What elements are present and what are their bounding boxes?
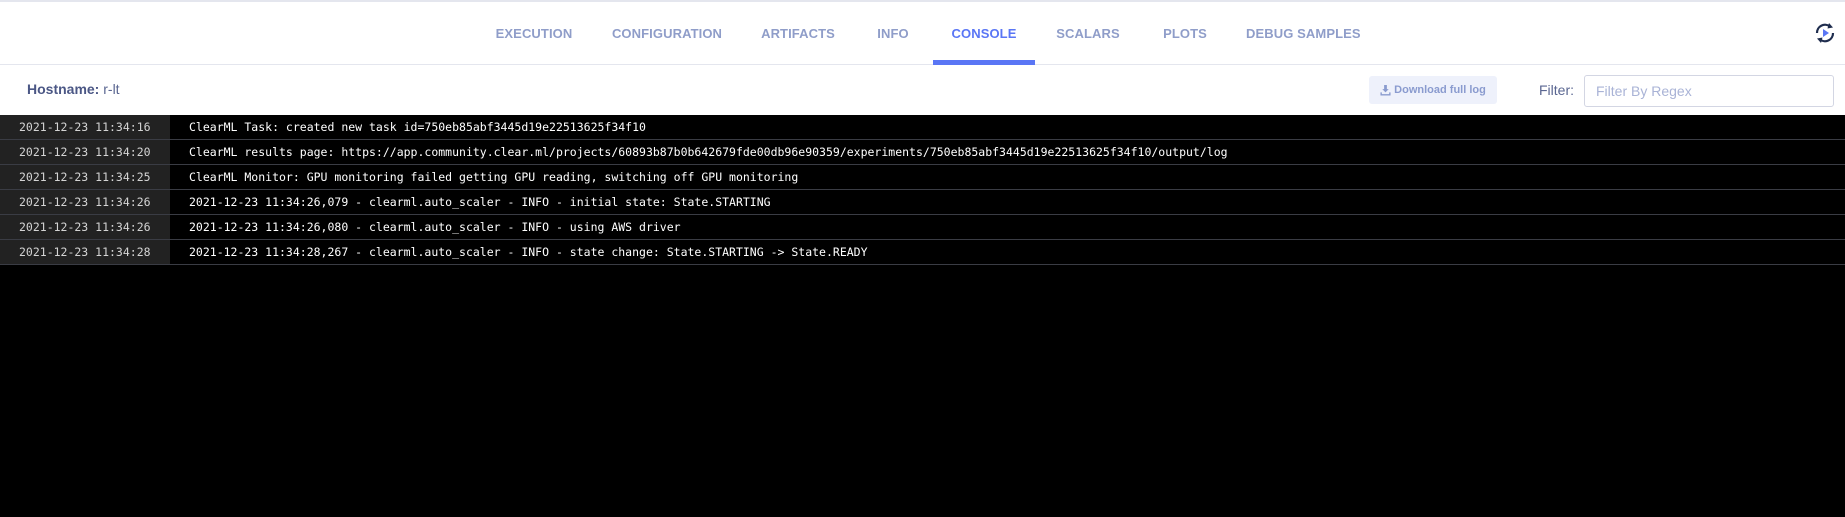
hostname: Hostname: r-lt: [27, 81, 120, 97]
log-row: 2021-12-23 11:34:26 2021-12-23 11:34:26,…: [0, 215, 1845, 240]
console-log: 2021-12-23 11:34:16 ClearML Task: create…: [0, 115, 1845, 517]
log-message: 2021-12-23 11:34:26,080 - clearml.auto_s…: [189, 220, 681, 234]
auto-refresh-button[interactable]: [1812, 20, 1838, 46]
log-row: 2021-12-23 11:34:25 ClearML Monitor: GPU…: [0, 165, 1845, 190]
log-timestamp: 2021-12-23 11:34:26: [0, 215, 170, 239]
log-message: ClearML Monitor: GPU monitoring failed g…: [189, 170, 799, 184]
hostname-label: Hostname:: [27, 81, 100, 97]
log-timestamp: 2021-12-23 11:34:28: [0, 240, 170, 264]
tab-configuration[interactable]: CONFIGURATION: [608, 2, 726, 65]
download-icon: [1380, 84, 1391, 96]
log-row: 2021-12-23 11:34:20 ClearML results page…: [0, 140, 1845, 165]
log-timestamp: 2021-12-23 11:34:26: [0, 190, 170, 214]
tab-artifacts[interactable]: ARTIFACTS: [756, 2, 840, 65]
experiment-tabs-bar: EXECUTION CONFIGURATION ARTIFACTS INFO C…: [0, 0, 1845, 66]
filter-label: Filter:: [1539, 82, 1574, 98]
tab-scalars[interactable]: SCALARS: [1052, 2, 1124, 65]
log-row: 2021-12-23 11:34:16 ClearML Task: create…: [0, 115, 1845, 140]
log-timestamp: 2021-12-23 11:34:25: [0, 165, 170, 189]
log-row: 2021-12-23 11:34:28 2021-12-23 11:34:28,…: [0, 240, 1845, 265]
log-message: 2021-12-23 11:34:28,267 - clearml.auto_s…: [189, 245, 868, 259]
tab-list: EXECUTION CONFIGURATION ARTIFACTS INFO C…: [0, 2, 1845, 66]
tab-info[interactable]: INFO: [870, 2, 916, 65]
log-message: 2021-12-23 11:34:26,079 - clearml.auto_s…: [189, 195, 771, 209]
tab-plots[interactable]: PLOTS: [1160, 2, 1210, 65]
auto-refresh-icon: [1815, 23, 1835, 43]
log-message: ClearML Task: created new task id=750eb8…: [189, 120, 646, 134]
log-message: ClearML results page: https://app.commun…: [189, 145, 1228, 159]
log-timestamp: 2021-12-23 11:34:20: [0, 140, 170, 164]
hostname-value: r-lt: [103, 81, 120, 97]
log-row: 2021-12-23 11:34:26 2021-12-23 11:34:26,…: [0, 190, 1845, 215]
console-toolbar: Hostname: r-lt Download full log Filter:: [0, 65, 1845, 115]
download-full-log-button[interactable]: Download full log: [1369, 76, 1497, 104]
tab-debug-samples[interactable]: DEBUG SAMPLES: [1246, 2, 1361, 65]
download-label: Download full log: [1394, 84, 1486, 96]
log-timestamp: 2021-12-23 11:34:16: [0, 115, 170, 139]
filter-input[interactable]: [1584, 75, 1834, 107]
tab-execution[interactable]: EXECUTION: [484, 2, 584, 65]
tab-console[interactable]: CONSOLE: [933, 2, 1035, 66]
